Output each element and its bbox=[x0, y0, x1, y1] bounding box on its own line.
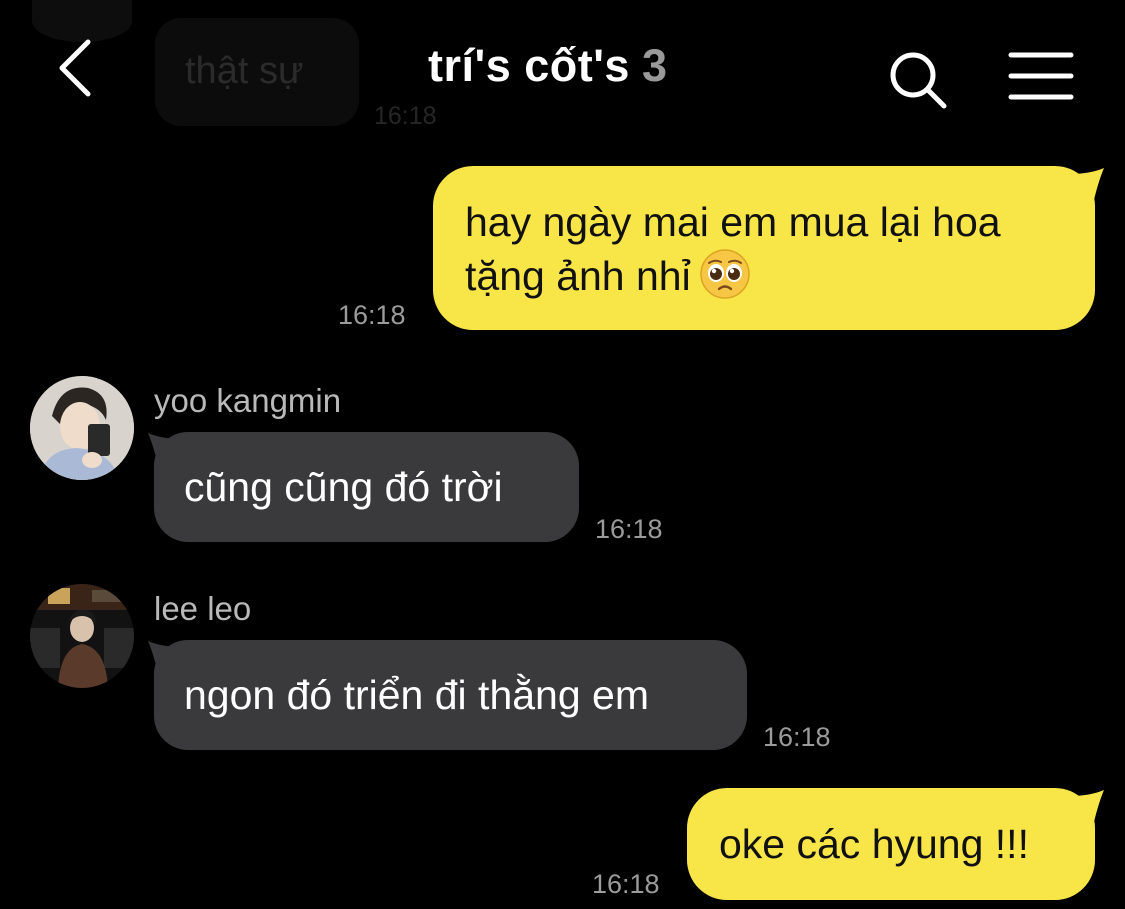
chevron-left-icon bbox=[59, 39, 91, 97]
search-button[interactable] bbox=[886, 48, 950, 112]
message-text: oke các hyung !!! bbox=[719, 821, 1029, 867]
back-button[interactable] bbox=[52, 36, 100, 100]
sender-name: lee leo bbox=[154, 590, 252, 627]
member-count: 3 bbox=[641, 40, 668, 91]
incoming-message-bubble[interactable]: ngon đó triển đi thằng em bbox=[154, 640, 747, 750]
avatar[interactable] bbox=[30, 584, 134, 688]
message-text: cũng cũng đó trời bbox=[184, 464, 503, 510]
message-time: 16:18 bbox=[592, 869, 660, 899]
sender-name: yoo kangmin bbox=[154, 382, 342, 419]
search-icon bbox=[890, 52, 947, 109]
message-line-with-emoji: tặng ảnh nhỉ bbox=[465, 248, 1063, 302]
chat-title-text: trí's cốt's bbox=[428, 40, 630, 91]
hamburger-menu-icon bbox=[1008, 52, 1074, 100]
message-time: 16:18 bbox=[595, 514, 663, 544]
chat-title: trí's cốt's 3 bbox=[428, 40, 668, 92]
avatar-image bbox=[30, 584, 134, 688]
incoming-message-bubble[interactable]: cũng cũng đó trời bbox=[154, 432, 579, 542]
message-line: tặng ảnh nhỉ bbox=[465, 253, 691, 299]
outgoing-message-bubble[interactable]: oke các hyung !!! bbox=[687, 788, 1095, 900]
message-text: ngon đó triển đi thằng em bbox=[184, 672, 649, 718]
avatar-image bbox=[30, 376, 134, 480]
message-time: 16:18 bbox=[338, 300, 406, 330]
pleading-face-emoji-icon bbox=[699, 249, 750, 299]
avatar[interactable] bbox=[30, 376, 134, 480]
message-line: hay ngày mai em mua lại hoa bbox=[465, 199, 1001, 245]
message-time: 16:18 bbox=[763, 722, 831, 752]
menu-button[interactable] bbox=[1008, 50, 1074, 102]
outgoing-message-bubble[interactable]: hay ngày mai em mua lại hoa tặng ảnh nhỉ bbox=[433, 166, 1095, 330]
chat-header: trí's cốt's 3 bbox=[0, 0, 1125, 140]
